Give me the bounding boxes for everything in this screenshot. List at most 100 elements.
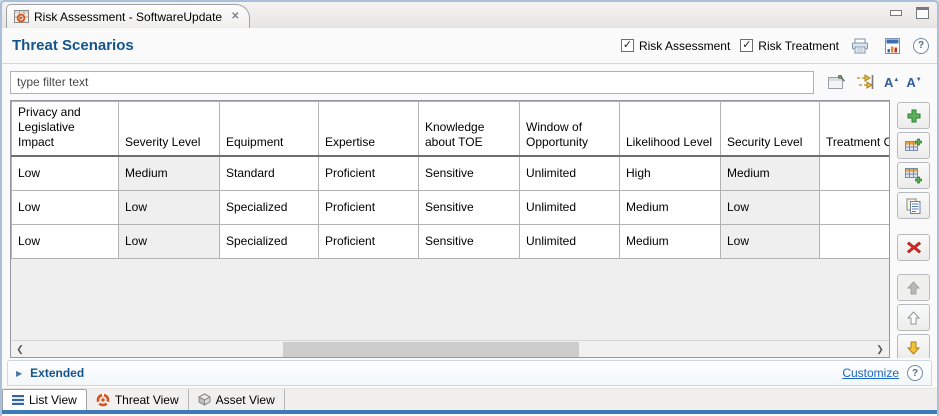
column-header[interactable]: Treatment Option xyxy=(820,102,890,157)
add-button[interactable] xyxy=(897,102,930,129)
risk-assessment-tab-icon xyxy=(14,10,29,23)
tab-label: Asset View xyxy=(216,393,275,407)
table-cell[interactable] xyxy=(820,156,890,190)
table-cell[interactable]: Low xyxy=(119,224,220,258)
scroll-left-icon[interactable]: ❮ xyxy=(11,341,29,357)
copy-icon xyxy=(906,198,921,214)
table-cell[interactable]: Low xyxy=(119,190,220,224)
table-header-row: Privacy and Legislative ImpactSeverity L… xyxy=(12,102,890,157)
risk-assessment-window: Risk Assessment - SoftwareUpdate ✕ Threa… xyxy=(0,0,939,416)
move-down-button[interactable] xyxy=(897,334,930,361)
table-cell[interactable]: High xyxy=(620,156,721,190)
minimize-icon[interactable] xyxy=(890,10,902,16)
table-row[interactable]: LowLowSpecializedProficientSensitiveUnli… xyxy=(12,224,890,258)
column-header[interactable]: Window of Opportunity xyxy=(520,102,620,157)
table-cell[interactable]: Unlimited xyxy=(520,190,620,224)
tab-threat-view[interactable]: Threat View xyxy=(87,389,189,410)
table-cell[interactable]: Unlimited xyxy=(520,156,620,190)
report-icon[interactable] xyxy=(881,35,903,57)
print-icon[interactable] xyxy=(849,35,871,57)
risk-treatment-checkbox-label: Risk Treatment xyxy=(758,39,839,53)
add-child-row-button[interactable] xyxy=(897,162,930,189)
move-top-button xyxy=(897,274,930,301)
risk-assessment-checkbox[interactable]: ✓ Risk Assessment xyxy=(621,39,730,53)
plus-icon xyxy=(907,109,921,123)
table-cell[interactable]: Sensitive xyxy=(419,156,520,190)
column-header[interactable]: Knowledge about TOE xyxy=(419,102,520,157)
arrow-up-icon xyxy=(907,311,920,325)
table-cell[interactable]: Medium xyxy=(620,190,721,224)
table-cell[interactable]: Unlimited xyxy=(520,224,620,258)
table-cell[interactable] xyxy=(820,190,890,224)
column-header[interactable]: Severity Level xyxy=(119,102,220,157)
side-toolbar xyxy=(890,100,937,358)
scrollbar-thumb[interactable] xyxy=(283,342,579,357)
window-bottom-accent xyxy=(2,410,937,414)
table-cell[interactable]: Proficient xyxy=(319,156,419,190)
maximize-icon[interactable] xyxy=(916,7,929,19)
chevron-right-icon[interactable]: ▶ xyxy=(16,369,22,378)
column-header[interactable]: Expertise xyxy=(319,102,419,157)
table-cell[interactable]: Proficient xyxy=(319,190,419,224)
scroll-right-icon[interactable]: ❯ xyxy=(871,341,889,357)
extended-section: ▶ Extended Customize ? xyxy=(2,358,937,388)
arrow-down-icon xyxy=(907,341,920,355)
checkbox-check-icon[interactable]: ✓ xyxy=(621,39,634,52)
move-up-button[interactable] xyxy=(897,304,930,331)
pin-editor-icon[interactable] xyxy=(826,71,848,93)
column-header[interactable]: Likelihood Level xyxy=(620,102,721,157)
risk-treatment-checkbox[interactable]: ✓ Risk Treatment xyxy=(740,39,839,53)
table-cell[interactable]: Medium xyxy=(721,156,820,190)
asset-view-icon xyxy=(198,393,211,406)
column-header[interactable]: Security Level xyxy=(721,102,820,157)
editor-tab-strip: Risk Assessment - SoftwareUpdate ✕ xyxy=(2,2,937,28)
filter-row: A▲ A▼ xyxy=(2,64,937,100)
tab-label: List View xyxy=(29,393,77,407)
table-cell[interactable] xyxy=(820,224,890,258)
arrow-up-icon xyxy=(907,281,920,295)
font-decrease-icon[interactable]: A▼ xyxy=(906,76,921,89)
tab-list-view[interactable]: List View xyxy=(2,389,87,410)
table-cell[interactable]: Medium xyxy=(620,224,721,258)
delete-button[interactable] xyxy=(897,234,930,261)
table-cell[interactable]: Sensitive xyxy=(419,190,520,224)
column-header[interactable]: Equipment xyxy=(220,102,319,157)
table-cell[interactable]: Specialized xyxy=(220,190,319,224)
help-icon[interactable]: ? xyxy=(907,365,923,381)
extended-section-label[interactable]: Extended xyxy=(30,366,84,380)
table-cell[interactable]: Low xyxy=(721,190,820,224)
checkbox-check-icon[interactable]: ✓ xyxy=(740,39,753,52)
table-cell[interactable]: Sensitive xyxy=(419,224,520,258)
column-header[interactable]: Privacy and Legislative Impact xyxy=(12,102,119,157)
tab-asset-view[interactable]: Asset View xyxy=(189,389,285,410)
add-row-button[interactable] xyxy=(897,132,930,159)
table-cell[interactable]: Low xyxy=(12,156,119,190)
main-content: Privacy and Legislative ImpactSeverity L… xyxy=(2,100,937,358)
delete-x-icon xyxy=(907,241,921,254)
customize-link[interactable]: Customize xyxy=(842,366,899,380)
risk-assessment-checkbox-label: Risk Assessment xyxy=(639,39,730,53)
table-cell[interactable]: Standard xyxy=(220,156,319,190)
table-add-icon xyxy=(905,138,922,154)
table-row[interactable]: LowMediumStandardProficientSensitiveUnli… xyxy=(12,156,890,190)
table-row[interactable]: LowLowSpecializedProficientSensitiveUnli… xyxy=(12,190,890,224)
copy-button[interactable] xyxy=(897,192,930,219)
editor-tab-risk-assessment[interactable]: Risk Assessment - SoftwareUpdate ✕ xyxy=(6,4,250,28)
threat-table: Privacy and Legislative ImpactSeverity L… xyxy=(11,101,889,259)
font-increase-icon[interactable]: A▲ xyxy=(884,76,899,89)
horizontal-scrollbar[interactable]: ❮ ❯ xyxy=(11,340,889,357)
table-cell[interactable]: Proficient xyxy=(319,224,419,258)
table-cell[interactable]: Low xyxy=(12,224,119,258)
table-cell[interactable]: Low xyxy=(721,224,820,258)
help-icon[interactable]: ? xyxy=(913,38,929,54)
table-scroll-area[interactable]: Privacy and Legislative ImpactSeverity L… xyxy=(11,101,889,340)
close-icon[interactable]: ✕ xyxy=(231,11,239,22)
page-title: Threat Scenarios xyxy=(12,37,621,54)
table-cell[interactable]: Medium xyxy=(119,156,220,190)
threat-table-container: Privacy and Legislative ImpactSeverity L… xyxy=(10,100,890,358)
table-cell[interactable]: Low xyxy=(12,190,119,224)
collapse-arrows-icon[interactable] xyxy=(855,71,877,93)
filter-input[interactable] xyxy=(10,71,814,94)
table-cell[interactable]: Specialized xyxy=(220,224,319,258)
bottom-tab-bar: List View Threat View Asset View xyxy=(2,388,937,410)
